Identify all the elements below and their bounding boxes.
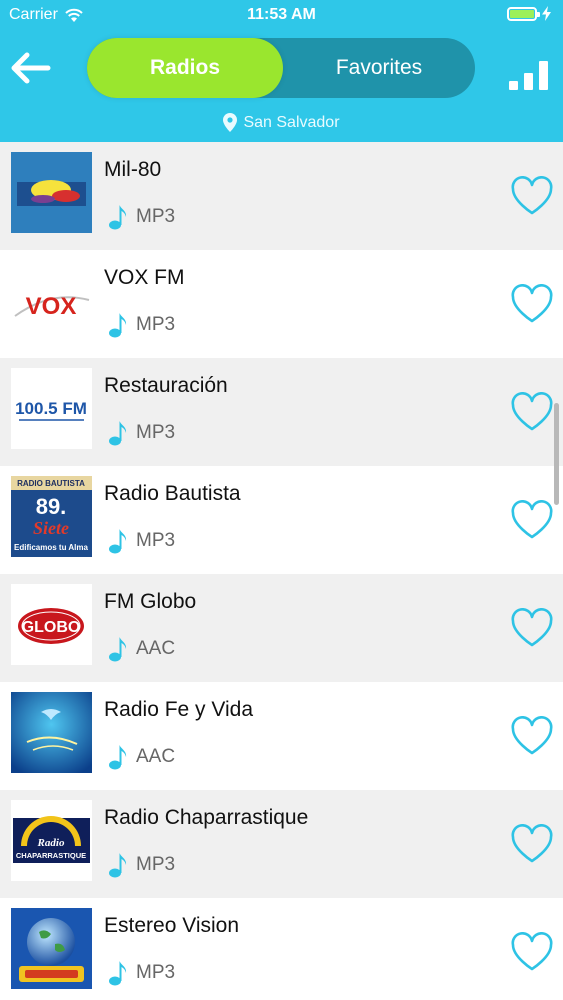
station-row[interactable]: 100.5 FM Restauración MP3 — [0, 358, 563, 466]
favorite-button[interactable] — [510, 500, 554, 540]
station-format: AAC — [108, 636, 175, 662]
favorite-button[interactable] — [510, 716, 554, 756]
station-name: Mil-80 — [104, 158, 162, 181]
vox-logo-text: VOX — [26, 293, 77, 320]
station-name: Radio Bautista — [104, 482, 241, 505]
favorite-button[interactable] — [510, 824, 554, 864]
station-list[interactable]: Mil-80 MP3 VOX VOX FM MP3 100.5 FM Resta… — [0, 142, 563, 1000]
heart-icon — [511, 932, 553, 971]
bautista-logo-sub: Siete — [33, 518, 69, 538]
music-note-icon — [109, 313, 127, 338]
chaparrastique-logo-bottom: CHAPARRASTIQUE — [16, 851, 86, 860]
music-note-icon — [109, 421, 127, 446]
station-format-label: MP3 — [136, 962, 176, 983]
charging-bolt-icon — [542, 6, 551, 21]
station-name: FM Globo — [104, 590, 197, 613]
station-logo-mil80 — [11, 152, 92, 233]
station-logo-fe-y-vida — [11, 692, 92, 773]
location-indicator: San Salvador — [0, 113, 563, 132]
tab-radios[interactable]: Radios — [87, 38, 283, 98]
station-row[interactable]: GLOBO FM Globo AAC — [0, 574, 563, 682]
music-note-icon — [109, 637, 127, 662]
heart-icon — [511, 392, 553, 431]
status-bar: Carrier 11:53 AM — [0, 0, 563, 30]
station-format-label: MP3 — [136, 854, 176, 875]
music-note-icon — [109, 961, 127, 986]
station-name: Estereo Vision — [104, 914, 240, 937]
favorite-button[interactable] — [510, 932, 554, 972]
battery-icon — [507, 6, 540, 21]
signal-button[interactable] — [507, 58, 551, 90]
chaparrastique-logo-top: Radio — [37, 837, 65, 849]
app-header: Carrier 11:53 AM Favorites Radios San Sa… — [0, 0, 563, 142]
station-format: MP3 — [108, 960, 175, 986]
station-logo-restauracion: 100.5 FM — [11, 368, 92, 449]
heart-icon — [511, 500, 553, 539]
arrow-left-icon — [11, 52, 51, 84]
restauracion-logo-text: 100.5 FM — [15, 399, 87, 418]
station-format: MP3 — [108, 852, 175, 878]
station-name: Radio Fe y Vida — [104, 698, 254, 721]
heart-icon — [511, 608, 553, 647]
clock: 11:53 AM — [247, 6, 316, 23]
station-name: Radio Chaparrastique — [104, 806, 309, 829]
tab-switcher: Favorites Radios — [87, 38, 475, 98]
music-note-icon — [109, 745, 127, 770]
station-row[interactable]: RADIO BAUTISTA 89. Siete Edificamos tu A… — [0, 466, 563, 574]
station-logo-bautista: RADIO BAUTISTA 89. Siete Edificamos tu A… — [11, 476, 92, 557]
station-format-label: MP3 — [136, 206, 176, 227]
station-logo-vox: VOX — [11, 260, 92, 341]
station-format: MP3 — [108, 312, 175, 338]
scroll-indicator[interactable] — [554, 403, 559, 505]
station-format: MP3 — [108, 204, 175, 230]
station-name: VOX FM — [104, 266, 185, 289]
signal-bars-icon — [509, 61, 548, 90]
station-format-label: AAC — [136, 638, 176, 659]
favorite-button[interactable] — [510, 392, 554, 432]
station-format: AAC — [108, 744, 175, 770]
station-logo-chaparrastique: Radio CHAPARRASTIQUE — [11, 800, 92, 881]
station-row[interactable]: VOX VOX FM MP3 — [0, 250, 563, 358]
station-format-label: MP3 — [136, 422, 176, 443]
globo-logo-text: GLOBO — [22, 619, 81, 636]
location-label: San Salvador — [243, 113, 340, 131]
music-note-icon — [109, 529, 127, 554]
station-row[interactable]: Radio CHAPARRASTIQUE Radio Chaparrastiqu… — [0, 790, 563, 898]
station-format: MP3 — [108, 528, 175, 554]
station-logo-globo: GLOBO — [11, 584, 92, 665]
station-format-label: MP3 — [136, 314, 176, 335]
bautista-logo-tag: Edificamos tu Alma — [14, 543, 88, 552]
station-row[interactable]: Mil-80 MP3 — [0, 142, 563, 250]
back-button[interactable] — [8, 50, 52, 86]
battery-indicator — [507, 6, 551, 21]
heart-icon — [511, 716, 553, 755]
location-pin-icon — [223, 113, 238, 132]
station-row[interactable]: Radio Fe y Vida AAC — [0, 682, 563, 790]
bautista-logo-freq: 89. — [36, 494, 67, 519]
station-format-label: MP3 — [136, 530, 176, 551]
station-name: Restauración — [104, 374, 228, 397]
station-logo-estereo-vision — [11, 908, 92, 989]
station-row[interactable]: Estereo Vision MP3 — [0, 898, 563, 1000]
favorite-button[interactable] — [510, 284, 554, 324]
station-format: MP3 — [108, 420, 175, 446]
favorite-button[interactable] — [510, 176, 554, 216]
bautista-logo-top: RADIO BAUTISTA — [17, 479, 85, 488]
station-format-label: AAC — [136, 746, 176, 767]
tab-favorites[interactable]: Favorites — [283, 38, 475, 98]
favorite-button[interactable] — [510, 608, 554, 648]
heart-icon — [511, 284, 553, 323]
music-note-icon — [109, 205, 127, 230]
music-note-icon — [109, 853, 127, 878]
heart-icon — [511, 176, 553, 215]
heart-icon — [511, 824, 553, 863]
